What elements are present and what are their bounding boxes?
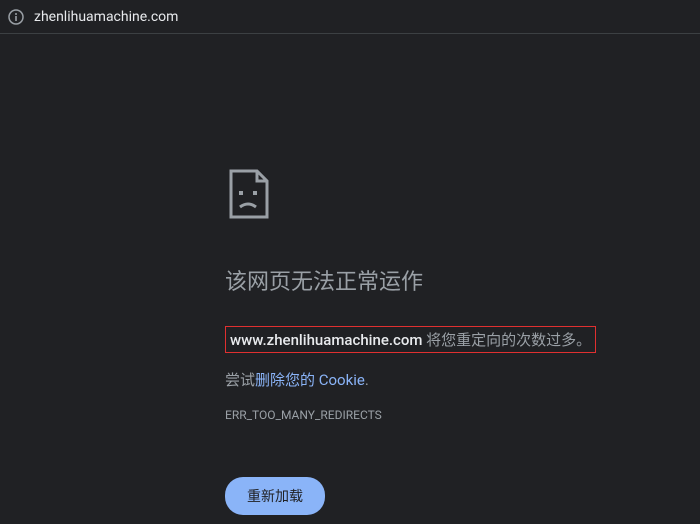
error-message: www.zhenlihuamachine.com 将您重定向的次数过多。 xyxy=(225,326,596,353)
error-domain: www.zhenlihuamachine.com xyxy=(230,331,422,349)
reload-button[interactable]: 重新加载 xyxy=(225,477,325,515)
error-title: 该网页无法正常运作 xyxy=(225,264,700,296)
sad-file-icon xyxy=(225,169,275,219)
error-message-suffix: 将您重定向的次数过多。 xyxy=(422,331,591,349)
suggestion: 尝试删除您的 Cookie. xyxy=(225,369,700,390)
clear-cookies-link[interactable]: 删除您的 Cookie xyxy=(255,371,365,389)
info-icon[interactable] xyxy=(8,9,24,25)
error-content: 该网页无法正常运作 www.zhenlihuamachine.com 将您重定向… xyxy=(0,34,700,515)
suggestion-suffix: . xyxy=(365,371,369,389)
url-text[interactable]: zhenlihuamachine.com xyxy=(34,9,178,25)
suggestion-prefix: 尝试 xyxy=(225,371,255,389)
error-code: ERR_TOO_MANY_REDIRECTS xyxy=(225,408,700,422)
address-bar[interactable]: zhenlihuamachine.com xyxy=(0,0,700,34)
